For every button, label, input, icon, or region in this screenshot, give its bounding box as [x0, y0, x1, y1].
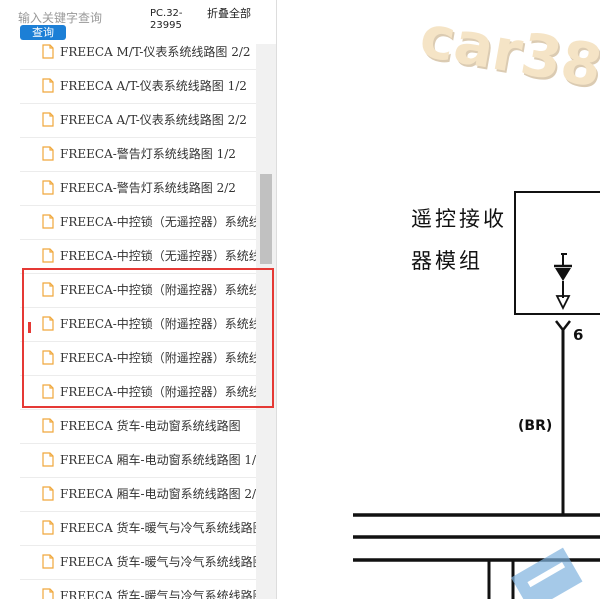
list-item[interactable]: FREECA 货车-暖气与冷气系统线路图 2/2: [20, 545, 256, 580]
list-item-label: FREECA-中控锁（无遥控器）系统线路图 1/2: [60, 215, 256, 229]
list-item-label: FREECA 厢车-电动窗系统线路图 1/2: [60, 453, 256, 467]
list-item-label: FREECA 货车-暖气与冷气系统线路图 2/2: [60, 555, 256, 569]
document-icon: [42, 486, 54, 501]
document-icon: [42, 44, 54, 59]
document-icon: [42, 520, 54, 535]
document-icon: [42, 554, 54, 569]
document-icon: [42, 452, 54, 467]
list-item-label: FREECA 厢车-电动窗系统线路图 2/2: [60, 487, 256, 501]
document-icon: [42, 248, 54, 263]
document-icon: [42, 180, 54, 195]
list-item-label: FREECA 货车-电动窗系统线路图: [60, 419, 241, 433]
list-item[interactable]: FREECA-中控锁（无遥控器）系统线路图 1/2: [20, 205, 256, 240]
document-icon: [42, 78, 54, 93]
watermark-graphic-icon: [511, 547, 583, 599]
search-input[interactable]: [18, 10, 146, 26]
selection-highlight-box: [22, 268, 274, 408]
document-sidebar: 查询 PC.32-23995 折叠全部 FREECA M/T-仪表系统线路图 2…: [0, 0, 276, 599]
list-item[interactable]: FREECA 厢车-电动窗系统线路图 1/2: [20, 443, 256, 478]
list-item[interactable]: FREECA A/T-仪表系统线路图 2/2: [20, 103, 256, 138]
list-item[interactable]: FREECA-警告灯系统线路图 1/2: [20, 137, 256, 172]
wiring-diagram: [353, 191, 600, 599]
document-icon: [42, 214, 54, 229]
document-icon: [42, 418, 54, 433]
list-item-label: FREECA 货车-暖气与冷气系统线路图: [60, 589, 256, 599]
diagram-viewer: car38 遥控接收 器模组 6 (BR): [276, 0, 600, 599]
pin-number: 6: [573, 326, 584, 344]
list-item[interactable]: FREECA A/T-仪表系统线路图 1/2: [20, 69, 256, 104]
scrollbar-thumb[interactable]: [260, 174, 272, 264]
search-button[interactable]: 查询: [20, 25, 66, 40]
list-item-label: FREECA 货车-暖气与冷气系统线路图 1/2: [60, 521, 256, 535]
document-icon: [42, 588, 54, 599]
list-item-label: FREECA-警告灯系统线路图 1/2: [60, 147, 236, 161]
module-label-line2: 器模组: [411, 249, 483, 273]
collapse-all-button[interactable]: 折叠全部: [207, 8, 251, 20]
pc-code-label: PC.32-23995: [150, 8, 183, 31]
document-icon: [42, 146, 54, 161]
list-item[interactable]: FREECA 货车-暖气与冷气系统线路图 1/2: [20, 511, 256, 546]
sidebar-toolbar: 查询 PC.32-23995 折叠全部: [0, 0, 276, 44]
list-item[interactable]: FREECA-警告灯系统线路图 2/2: [20, 171, 256, 206]
wire-color-label: (BR): [518, 418, 553, 434]
document-icon: [42, 112, 54, 127]
list-item[interactable]: FREECA 货车-电动窗系统线路图: [20, 409, 256, 444]
module-label-line1: 遥控接收: [411, 207, 507, 231]
list-item-label: FREECA-警告灯系统线路图 2/2: [60, 181, 236, 195]
list-item[interactable]: FREECA 厢车-电动窗系统线路图 2/2: [20, 477, 256, 512]
list-item-label: FREECA A/T-仪表系统线路图 1/2: [60, 79, 247, 93]
list-item[interactable]: FREECA 货车-暖气与冷气系统线路图: [20, 579, 256, 599]
list-item-label: FREECA A/T-仪表系统线路图 2/2: [60, 113, 247, 127]
